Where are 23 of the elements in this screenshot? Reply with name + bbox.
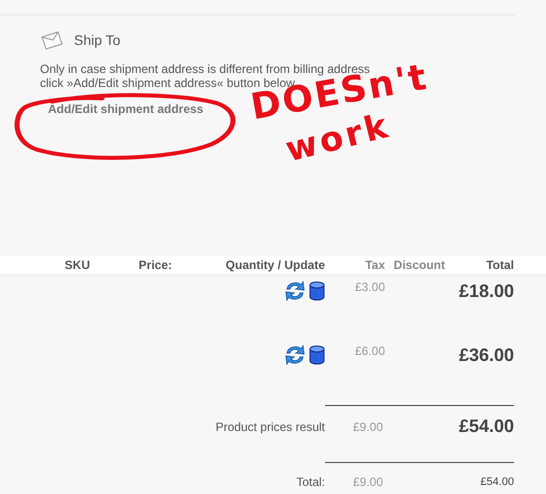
column-header: Tax (364, 258, 385, 272)
column-header: SKU (64, 258, 90, 272)
column-header: Price: (138, 258, 172, 272)
total-cell-text: £36.00 (458, 344, 514, 366)
column-header: Quantity / Update (224, 258, 325, 272)
summary-label: Product prices result (214, 420, 325, 434)
summary-label: Total: (295, 475, 325, 489)
tax-cell-text: £3.00 (354, 280, 385, 294)
column-header: Discount (392, 258, 445, 272)
tax-value: £9.00 (352, 475, 384, 489)
tax-cell-text: £6.00 (354, 344, 385, 358)
total-value: £54.00 (458, 416, 514, 437)
column-header: Total (485, 258, 514, 272)
total-cell-text: £18.00 (458, 280, 514, 302)
refresh-icon[interactable] (285, 280, 305, 302)
edit-address-button[interactable]: Add/Edit shipment address (48, 102, 204, 116)
cylinder-icon[interactable] (309, 281, 325, 301)
envelope-icon (40, 30, 64, 50)
section-title: Ship To (74, 32, 120, 48)
total-value: £54.00 (479, 476, 514, 488)
refresh-icon[interactable] (285, 344, 305, 366)
cylinder-icon[interactable] (309, 345, 325, 365)
tax-value: £9.00 (352, 420, 384, 434)
